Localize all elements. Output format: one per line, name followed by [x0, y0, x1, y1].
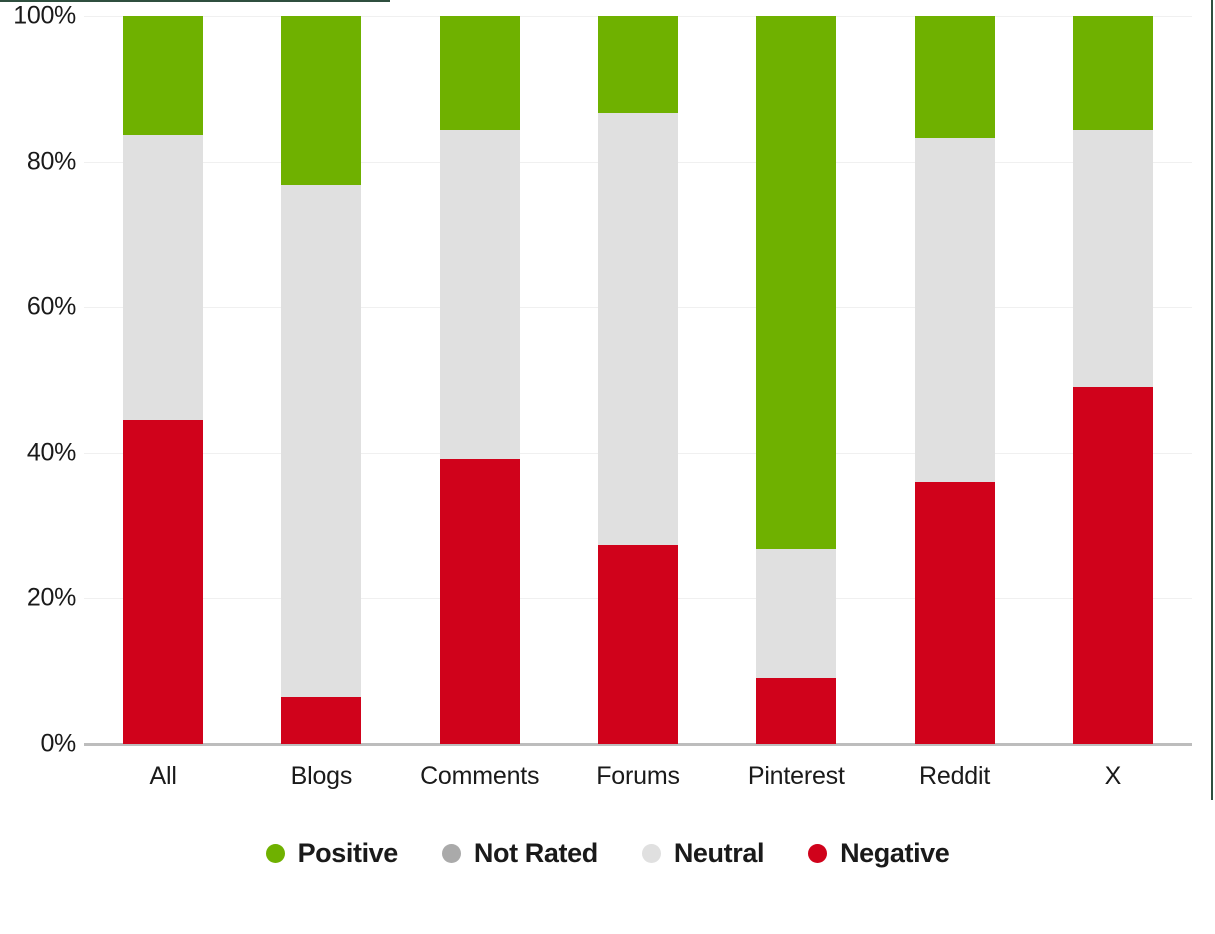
y-tick-label-40: 40% [26, 438, 76, 467]
stacked-bar[interactable] [914, 16, 995, 744]
bar-group [1034, 16, 1192, 744]
x-tick-label-forums: Forums [596, 762, 680, 790]
stacked-bar[interactable] [281, 16, 362, 744]
x-tick-label-x: X [1104, 762, 1122, 790]
bar-group [875, 16, 1033, 744]
y-tick-label-60: 60% [26, 292, 76, 321]
bar-segment-neutral[interactable] [597, 112, 678, 546]
bar-segment-neutral[interactable] [281, 184, 362, 697]
y-tick-label-100: 100% [13, 1, 76, 30]
legend-item-positive[interactable]: Positive [265, 838, 399, 869]
legend-swatch-icon [808, 844, 828, 863]
bar-segment-negative[interactable] [1072, 387, 1153, 744]
stacked-bar[interactable] [597, 16, 678, 744]
legend-label: Positive [297, 838, 399, 868]
bar-segment-positive[interactable] [281, 16, 362, 185]
x-tick-label-reddit: Reddit [919, 762, 991, 790]
stacked-bar[interactable] [123, 16, 204, 744]
bar-groups [84, 16, 1192, 744]
stacked-bar-chart: 100% 80% 60% 40% 20% 0% All Blogs Comments Forum… [0, 0, 1215, 934]
legend-item-neutral[interactable]: Neutral [641, 838, 765, 869]
chart-legend: Positive Not Rated Neutral Negative [0, 838, 1215, 869]
legend-label: Not Rated [473, 838, 598, 868]
x-tick-label-comments: Comments [420, 762, 540, 790]
bar-segment-negative[interactable] [281, 696, 362, 744]
legend-label: Neutral [673, 838, 765, 868]
stacked-bar[interactable] [1072, 16, 1153, 744]
y-tick-label-20: 20% [26, 583, 76, 612]
bar-segment-neutral[interactable] [914, 138, 995, 482]
legend-item-not-rated[interactable]: Not Rated [441, 838, 598, 869]
bar-group [401, 16, 559, 744]
bar-segment-positive[interactable] [1072, 16, 1153, 131]
bar-segment-negative[interactable] [123, 420, 204, 744]
legend-item-negative[interactable]: Negative [808, 838, 950, 869]
bar-group [242, 16, 400, 744]
bar-group [717, 16, 875, 744]
y-tick-label-80: 80% [26, 147, 76, 176]
bar-segment-neutral[interactable] [1072, 130, 1153, 388]
bar-group [84, 16, 242, 744]
plot-area [84, 16, 1192, 746]
bar-group [559, 16, 717, 744]
stacked-bar[interactable] [439, 16, 520, 744]
y-tick-label-0: 0% [40, 729, 76, 758]
bar-segment-positive[interactable] [597, 16, 678, 113]
bar-segment-neutral[interactable] [756, 548, 837, 678]
bar-segment-negative[interactable] [439, 459, 520, 744]
bar-segment-neutral[interactable] [439, 130, 520, 460]
x-tick-label-blogs: Blogs [290, 762, 353, 790]
legend-label: Negative [840, 838, 950, 868]
bar-segment-negative[interactable] [756, 677, 837, 744]
bar-segment-negative[interactable] [914, 481, 995, 744]
legend-swatch-icon [441, 844, 461, 863]
bar-segment-positive[interactable] [123, 16, 204, 135]
bar-segment-neutral[interactable] [123, 134, 204, 421]
legend-swatch-icon [641, 844, 661, 863]
legend-swatch-icon [265, 844, 285, 863]
bar-segment-positive[interactable] [756, 16, 837, 549]
stacked-bar[interactable] [756, 16, 837, 744]
bar-segment-positive[interactable] [914, 16, 995, 139]
x-tick-label-all: All [149, 762, 177, 790]
x-tick-label-pinterest: Pinterest [747, 762, 845, 790]
panel-right-border [1211, 0, 1213, 800]
bar-segment-negative[interactable] [597, 545, 678, 744]
bar-segment-positive[interactable] [439, 16, 520, 131]
